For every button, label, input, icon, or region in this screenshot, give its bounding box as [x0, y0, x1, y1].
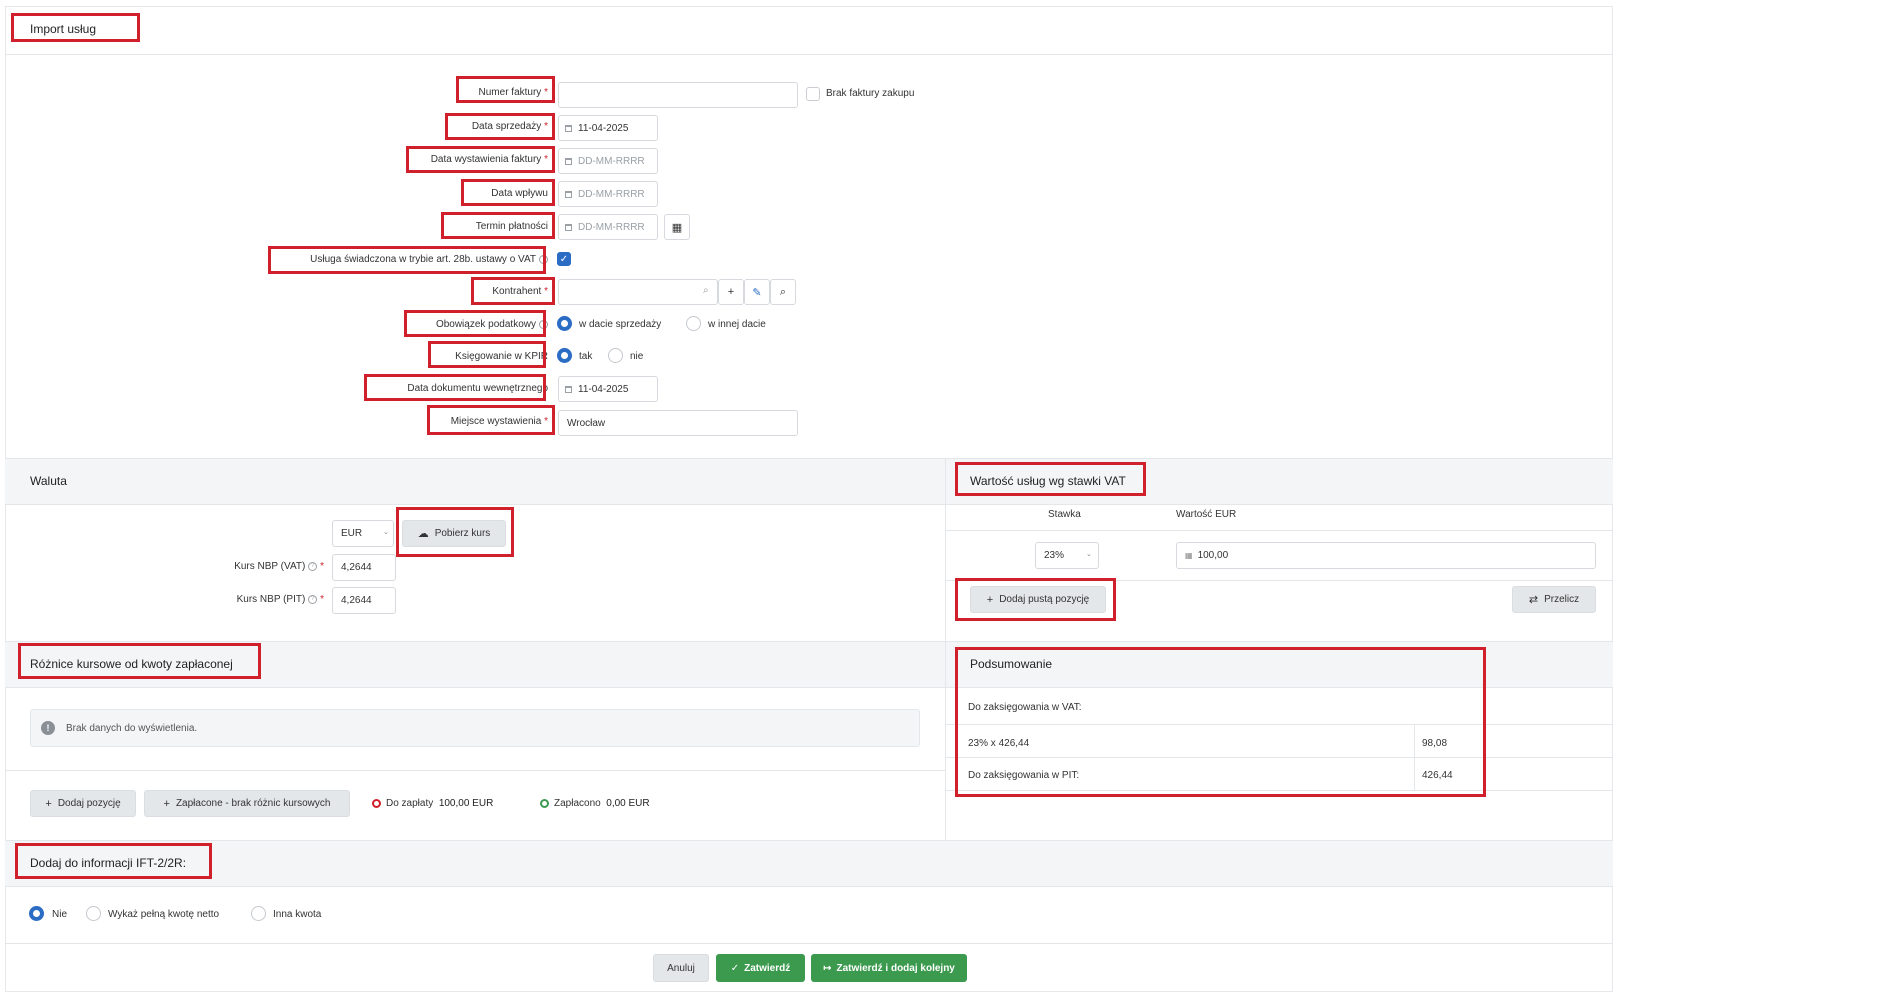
add-contractor-button[interactable]: + — [718, 279, 744, 305]
highlight-box — [471, 277, 555, 305]
kpir-yes-radio[interactable] — [557, 348, 572, 363]
calendar-icon — [565, 157, 572, 165]
calendar-icon — [565, 385, 572, 393]
highlight-box — [396, 507, 514, 557]
paid-status: Zapłacono 0,00 EUR — [540, 798, 650, 809]
chevron-down-icon: ⌄ — [383, 529, 389, 536]
art28b-checkbox[interactable]: ✓ — [557, 252, 571, 266]
kpir-yes-label: tak — [579, 351, 593, 362]
highlight-box — [404, 310, 546, 337]
highlight-box — [11, 13, 140, 42]
footer-divider — [5, 943, 1613, 944]
check-icon: ✓ — [730, 962, 740, 974]
ift-section-header — [5, 840, 1613, 887]
info-icon: ? — [308, 594, 318, 604]
ift-no-radio[interactable] — [29, 906, 44, 921]
col-rate-header: Stawka — [1048, 509, 1081, 520]
issue-place-input[interactable]: Wrocław — [558, 410, 798, 436]
plus-icon: + — [163, 797, 170, 810]
empty-info-text: Brak danych do wyświetlenia. — [66, 723, 198, 734]
info-icon: ! — [41, 721, 55, 735]
kpir-no-radio[interactable] — [608, 348, 623, 363]
internal-doc-date-input[interactable]: 11-04-2025 — [558, 376, 658, 402]
highlight-box — [461, 179, 555, 206]
status-dot-red — [372, 798, 381, 808]
confirm-button[interactable]: ✓ Zatwierdź — [716, 954, 805, 982]
highlight-box — [364, 374, 546, 401]
nbp-pit-label: Kurs NBP (PIT)? * — [236, 594, 324, 605]
highlight-box — [955, 647, 1486, 797]
col-value-header: Wartość EUR — [1176, 509, 1237, 520]
highlight-box — [18, 643, 261, 679]
payment-term-input[interactable]: DD-MM-RRRR — [558, 214, 658, 240]
refresh-icon: ⇄ — [1528, 594, 1539, 606]
tax-obligation-other-date-radio[interactable] — [686, 316, 701, 331]
info-icon: ? — [308, 561, 318, 571]
fx-diff-divider — [5, 770, 945, 771]
currency-title: Waluta — [30, 474, 67, 488]
calendar-icon — [565, 190, 572, 198]
highlight-box — [15, 843, 212, 879]
status-dot-green — [540, 798, 549, 808]
highlight-box — [428, 341, 546, 368]
invoice-number-input[interactable] — [558, 82, 798, 108]
ift-full-net-radio[interactable] — [86, 906, 101, 921]
vat-value-input[interactable]: ▦ 100,00 — [1176, 542, 1596, 569]
ift-no-label: Nie — [52, 909, 68, 920]
currency-section-header — [5, 458, 1613, 505]
sale-date-input[interactable]: 11-04-2025 — [558, 115, 658, 141]
header-divider — [5, 54, 1613, 55]
vat-table-header-divider — [945, 530, 1613, 531]
tax-obligation-sale-date-radio[interactable] — [557, 316, 572, 331]
add-position-button[interactable]: + Dodaj pozycję — [30, 790, 136, 817]
paid-no-diff-button[interactable]: + Zapłacone - brak różnic kursowych — [144, 790, 350, 817]
confirm-add-next-button[interactable]: ↦ Zatwierdź i dodaj kolejny — [811, 954, 967, 982]
tax-obligation-other-date-label: w innej dacie — [708, 319, 766, 330]
plus-icon: + — [45, 797, 52, 810]
highlight-box — [445, 113, 555, 140]
vat-rate-select[interactable]: 23% ⌄ — [1035, 542, 1099, 569]
kpir-no-label: nie — [630, 351, 644, 362]
search-icon: ⌕ — [703, 285, 709, 296]
calculator-icon: ▦ — [1185, 551, 1193, 560]
highlight-box — [456, 76, 555, 103]
calendar-icon — [565, 124, 572, 132]
ift-other-amount-radio[interactable] — [251, 906, 266, 921]
tax-obligation-sale-date-label: w dacie sprzedaży — [579, 319, 662, 330]
nbp-vat-input[interactable]: 4,2644 — [332, 554, 396, 581]
arrow-right-icon: ↦ — [823, 962, 832, 974]
highlight-box — [406, 146, 555, 173]
highlight-box — [427, 405, 555, 435]
nbp-vat-label: Kurs NBP (VAT)? * — [234, 561, 324, 572]
no-invoice-label: Brak faktury zakupu — [826, 88, 915, 99]
ift-other-amount-label: Inna kwota — [273, 909, 322, 920]
ift-full-net-label: Wykaż pełną kwotę netto — [108, 909, 220, 920]
highlight-box — [268, 246, 546, 274]
recalculate-button[interactable]: ⇄ Przelicz — [1512, 586, 1596, 613]
to-pay-status: Do zapłaty 100,00 EUR — [372, 798, 493, 809]
receipt-date-input[interactable]: DD-MM-RRRR — [558, 181, 658, 207]
cancel-button[interactable]: Anuluj — [653, 954, 709, 982]
issue-date-input[interactable]: DD-MM-RRRR — [558, 148, 658, 174]
nbp-pit-input[interactable]: 4,2644 — [332, 587, 396, 614]
no-invoice-checkbox[interactable] — [806, 87, 820, 101]
highlight-box — [955, 462, 1146, 496]
payment-term-calendar-button[interactable]: ▦ — [664, 214, 690, 240]
contractor-input[interactable] — [558, 279, 718, 305]
edit-contractor-button[interactable]: ✎ — [744, 279, 770, 305]
calendar-icon — [565, 223, 572, 231]
highlight-box — [441, 212, 555, 239]
currency-select[interactable]: EUR ⌄ — [332, 520, 394, 547]
search-contractor-button[interactable]: ⌕ — [770, 279, 796, 305]
highlight-box — [955, 578, 1116, 621]
chevron-down-icon: ⌄ — [1086, 551, 1092, 558]
